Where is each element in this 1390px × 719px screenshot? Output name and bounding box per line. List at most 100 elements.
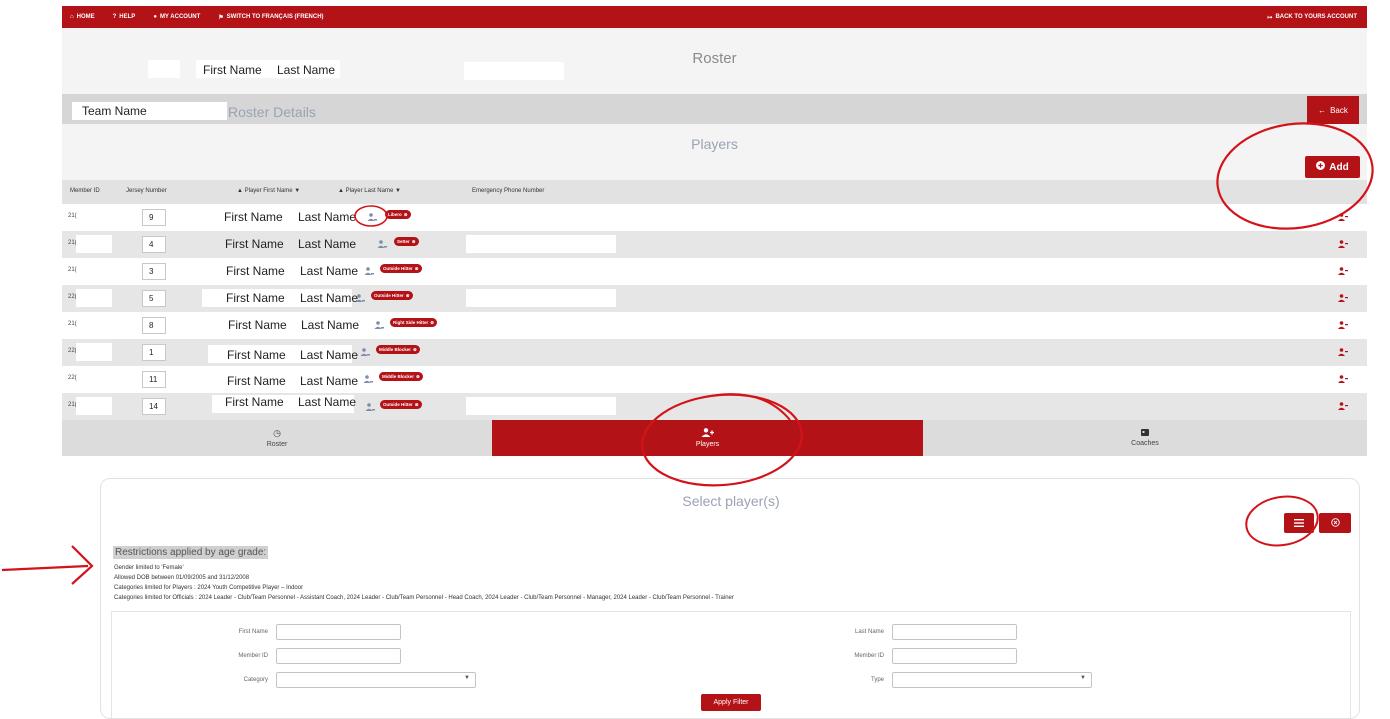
remove-circle-icon[interactable]: ⊗ xyxy=(416,374,420,380)
avatar-placeholder xyxy=(148,60,180,78)
col-member-id[interactable]: Member ID xyxy=(70,188,100,194)
member-id-filter-input[interactable] xyxy=(276,648,401,664)
plus-circle-icon xyxy=(1316,161,1326,173)
user-icon: ● xyxy=(153,14,157,20)
type-select[interactable]: ▼ xyxy=(892,672,1092,688)
people-icon[interactable] xyxy=(360,348,370,356)
first-name-label: First Name xyxy=(203,63,262,77)
apply-filter-button[interactable]: Apply Filter xyxy=(701,694,761,711)
table-row: 22( 1 First Name Last Name Middle Blocke… xyxy=(62,339,1367,366)
remove-player-icon[interactable] xyxy=(1338,213,1348,221)
col-last-name[interactable]: ▲ Player Last Name ▼ xyxy=(338,188,401,194)
back-button[interactable]: ← Back xyxy=(1307,96,1359,124)
remove-circle-icon[interactable]: ⊗ xyxy=(412,239,416,245)
phone-field[interactable] xyxy=(472,316,620,334)
position-badge[interactable]: Libero ⊗ xyxy=(385,210,411,219)
top-nav: ⌂ HOME ? HELP ● MY ACCOUNT ⚑ SWITCH TO FRANÇ… xyxy=(62,6,1367,28)
table-row: 22( 5 First Name Last Name Outside Hitte… xyxy=(62,285,1367,312)
jersey-number-input[interactable]: 4 xyxy=(142,236,166,253)
nav-home[interactable]: ⌂ HOME xyxy=(70,14,95,20)
position-badge[interactable]: Right Side Hitter ⊗ xyxy=(390,318,438,327)
member-id-filter-input-2[interactable] xyxy=(892,648,1017,664)
jersey-number-input[interactable]: 8 xyxy=(142,317,166,334)
position-badge[interactable]: Outside Hitter ⊗ xyxy=(380,400,422,409)
tab-players[interactable]: Players xyxy=(492,420,923,456)
remove-player-icon[interactable] xyxy=(1338,294,1348,302)
first-name-cell: First Name xyxy=(227,348,286,362)
remove-circle-icon[interactable]: ⊗ xyxy=(404,212,408,218)
col-first-name[interactable]: ▲ Player First Name ▼ xyxy=(237,188,300,194)
position-badge[interactable]: Outside Hitter ⊗ xyxy=(371,291,413,300)
remove-player-icon[interactable] xyxy=(1338,321,1348,329)
jersey-number-input[interactable]: 11 xyxy=(142,371,166,388)
add-player-button[interactable]: Add xyxy=(1305,156,1360,178)
people-icon[interactable] xyxy=(377,240,387,248)
people-icon[interactable] xyxy=(363,375,373,383)
member-id-filter-label: Member ID xyxy=(238,653,268,659)
member-id-cell: 21( xyxy=(68,213,77,219)
menu-button[interactable] xyxy=(1284,513,1314,533)
type-filter-label: Type xyxy=(870,677,884,683)
caret-down-icon: ▼ xyxy=(1080,675,1086,681)
phone-field[interactable] xyxy=(466,262,616,280)
last-name-label: Last Name xyxy=(277,63,336,77)
team-name-field[interactable]: Team Name xyxy=(72,102,227,120)
nav-back-account[interactable]: ↦ BACK TO YOURS ACCOUNT xyxy=(1267,14,1357,21)
roster-details-title: Roster Details xyxy=(228,104,316,120)
phone-field[interactable] xyxy=(450,208,598,226)
nav-switch-language[interactable]: ⚑ SWITCH TO FRANÇAIS (FRENCH) xyxy=(218,14,323,21)
people-icon[interactable] xyxy=(365,403,375,411)
people-icon[interactable] xyxy=(367,213,377,221)
remove-circle-icon[interactable]: ⊗ xyxy=(415,266,419,272)
category-select[interactable]: ▼ xyxy=(276,672,476,688)
last-name-filter-input[interactable] xyxy=(892,624,1017,640)
restriction-line: Allowed DOB between 01/09/2005 and 31/12… xyxy=(114,575,250,581)
remove-circle-icon[interactable]: ⊗ xyxy=(415,402,419,408)
remove-circle-icon[interactable]: ⊗ xyxy=(406,293,410,299)
tab-coaches[interactable]: Coaches xyxy=(923,420,1367,456)
phone-field[interactable] xyxy=(466,235,616,253)
position-badge[interactable]: Outside Hitter ⊗ xyxy=(380,264,422,273)
remove-circle-icon[interactable]: ⊗ xyxy=(430,320,434,326)
remove-player-icon[interactable] xyxy=(1338,375,1348,383)
jersey-number-input[interactable]: 1 xyxy=(142,344,166,361)
players-table-header: Member ID Jersey Number ▲ Player First N… xyxy=(62,180,1367,204)
first-name-filter-input[interactable] xyxy=(276,624,401,640)
position-badge[interactable]: Setter ⊗ xyxy=(394,237,419,246)
jersey-number-input[interactable]: 14 xyxy=(142,398,166,415)
member-id-filter-label-2: Member ID xyxy=(854,653,884,659)
players-section: Players Add xyxy=(62,124,1367,180)
last-name-cell: Last Name xyxy=(300,264,359,278)
players-title: Players xyxy=(691,136,738,152)
nav-my-account[interactable]: ● MY ACCOUNT xyxy=(153,14,200,20)
signout-icon: ↦ xyxy=(1267,14,1273,21)
last-name-cell: Last Name xyxy=(301,318,360,332)
table-row: 21( 3 First Name Last Name Outside Hitte… xyxy=(62,258,1367,285)
remove-circle-icon[interactable]: ⊗ xyxy=(413,347,417,353)
remove-player-icon[interactable] xyxy=(1338,402,1348,410)
phone-field[interactable] xyxy=(466,289,616,307)
people-icon[interactable] xyxy=(374,321,384,329)
people-icon[interactable] xyxy=(364,267,374,275)
phone-field[interactable] xyxy=(466,397,616,415)
people-icon[interactable] xyxy=(355,294,365,302)
close-button[interactable] xyxy=(1319,513,1351,533)
member-id-mask xyxy=(76,235,112,253)
remove-player-icon[interactable] xyxy=(1338,267,1348,275)
col-jersey-number[interactable]: Jersey Number xyxy=(126,188,167,194)
remove-player-icon[interactable] xyxy=(1338,348,1348,356)
jersey-number-input[interactable]: 3 xyxy=(142,263,166,280)
jersey-number-input[interactable]: 9 xyxy=(142,209,166,226)
last-name-cell: Last Name xyxy=(300,348,359,362)
jersey-number-input[interactable]: 5 xyxy=(142,290,166,307)
restrictions-heading: Restrictions applied by age grade: xyxy=(113,546,269,559)
hamburger-icon xyxy=(1294,514,1304,532)
member-id-cell: 22( xyxy=(68,375,77,381)
roster-details-bar: Team Name Roster Details ← Back xyxy=(62,94,1367,124)
table-row: 21( 9 First Name Last Name Libero ⊗ xyxy=(62,204,1367,231)
tab-roster[interactable]: ◷ Roster xyxy=(62,420,492,456)
position-badge[interactable]: Middle Blocker ⊗ xyxy=(379,372,423,381)
nav-help[interactable]: ? HELP xyxy=(113,14,136,20)
position-badge[interactable]: Middle Blocker ⊗ xyxy=(376,345,420,354)
remove-player-icon[interactable] xyxy=(1338,240,1348,248)
